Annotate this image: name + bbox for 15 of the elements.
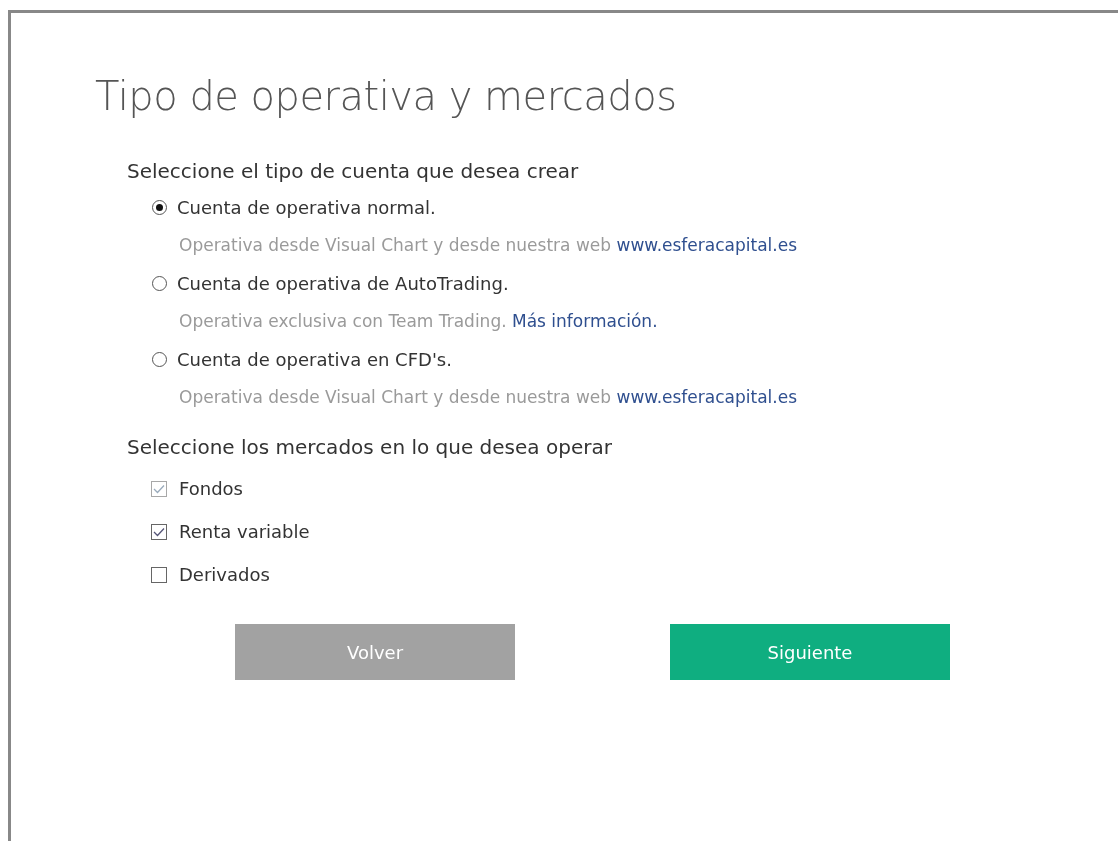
option-description: Operativa desde Visual Chart y desde nuestra web www.esferacapital.es [179,234,798,257]
link[interactable]: www.esferacapital.es [616,387,797,407]
option-label: Cuenta de operativa de AutoTrading. [177,272,509,294]
link[interactable]: Más información. [512,311,658,331]
checkbox-label: Derivados [179,564,270,585]
link[interactable]: www.esferacapital.es [616,235,797,255]
option-label: Cuenta de operativa normal. [177,196,436,218]
option-label: Cuenta de operativa en CFD's. [177,348,452,370]
section-heading: Seleccione el tipo de cuenta que desea crear [127,158,580,185]
checkbox-label: Fondos [179,478,243,499]
checkbox-label: Renta variable [179,521,310,542]
option-description: Operativa desde Visual Chart y desde nuestra web www.esferacapital.es [179,386,798,409]
section-heading: Seleccione los mercados en lo que desea operar [127,434,613,461]
option-description: Operativa exclusiva con Team Trading. Más información. [179,310,659,333]
page-title: Tipo de operativa y mercados [95,73,678,121]
